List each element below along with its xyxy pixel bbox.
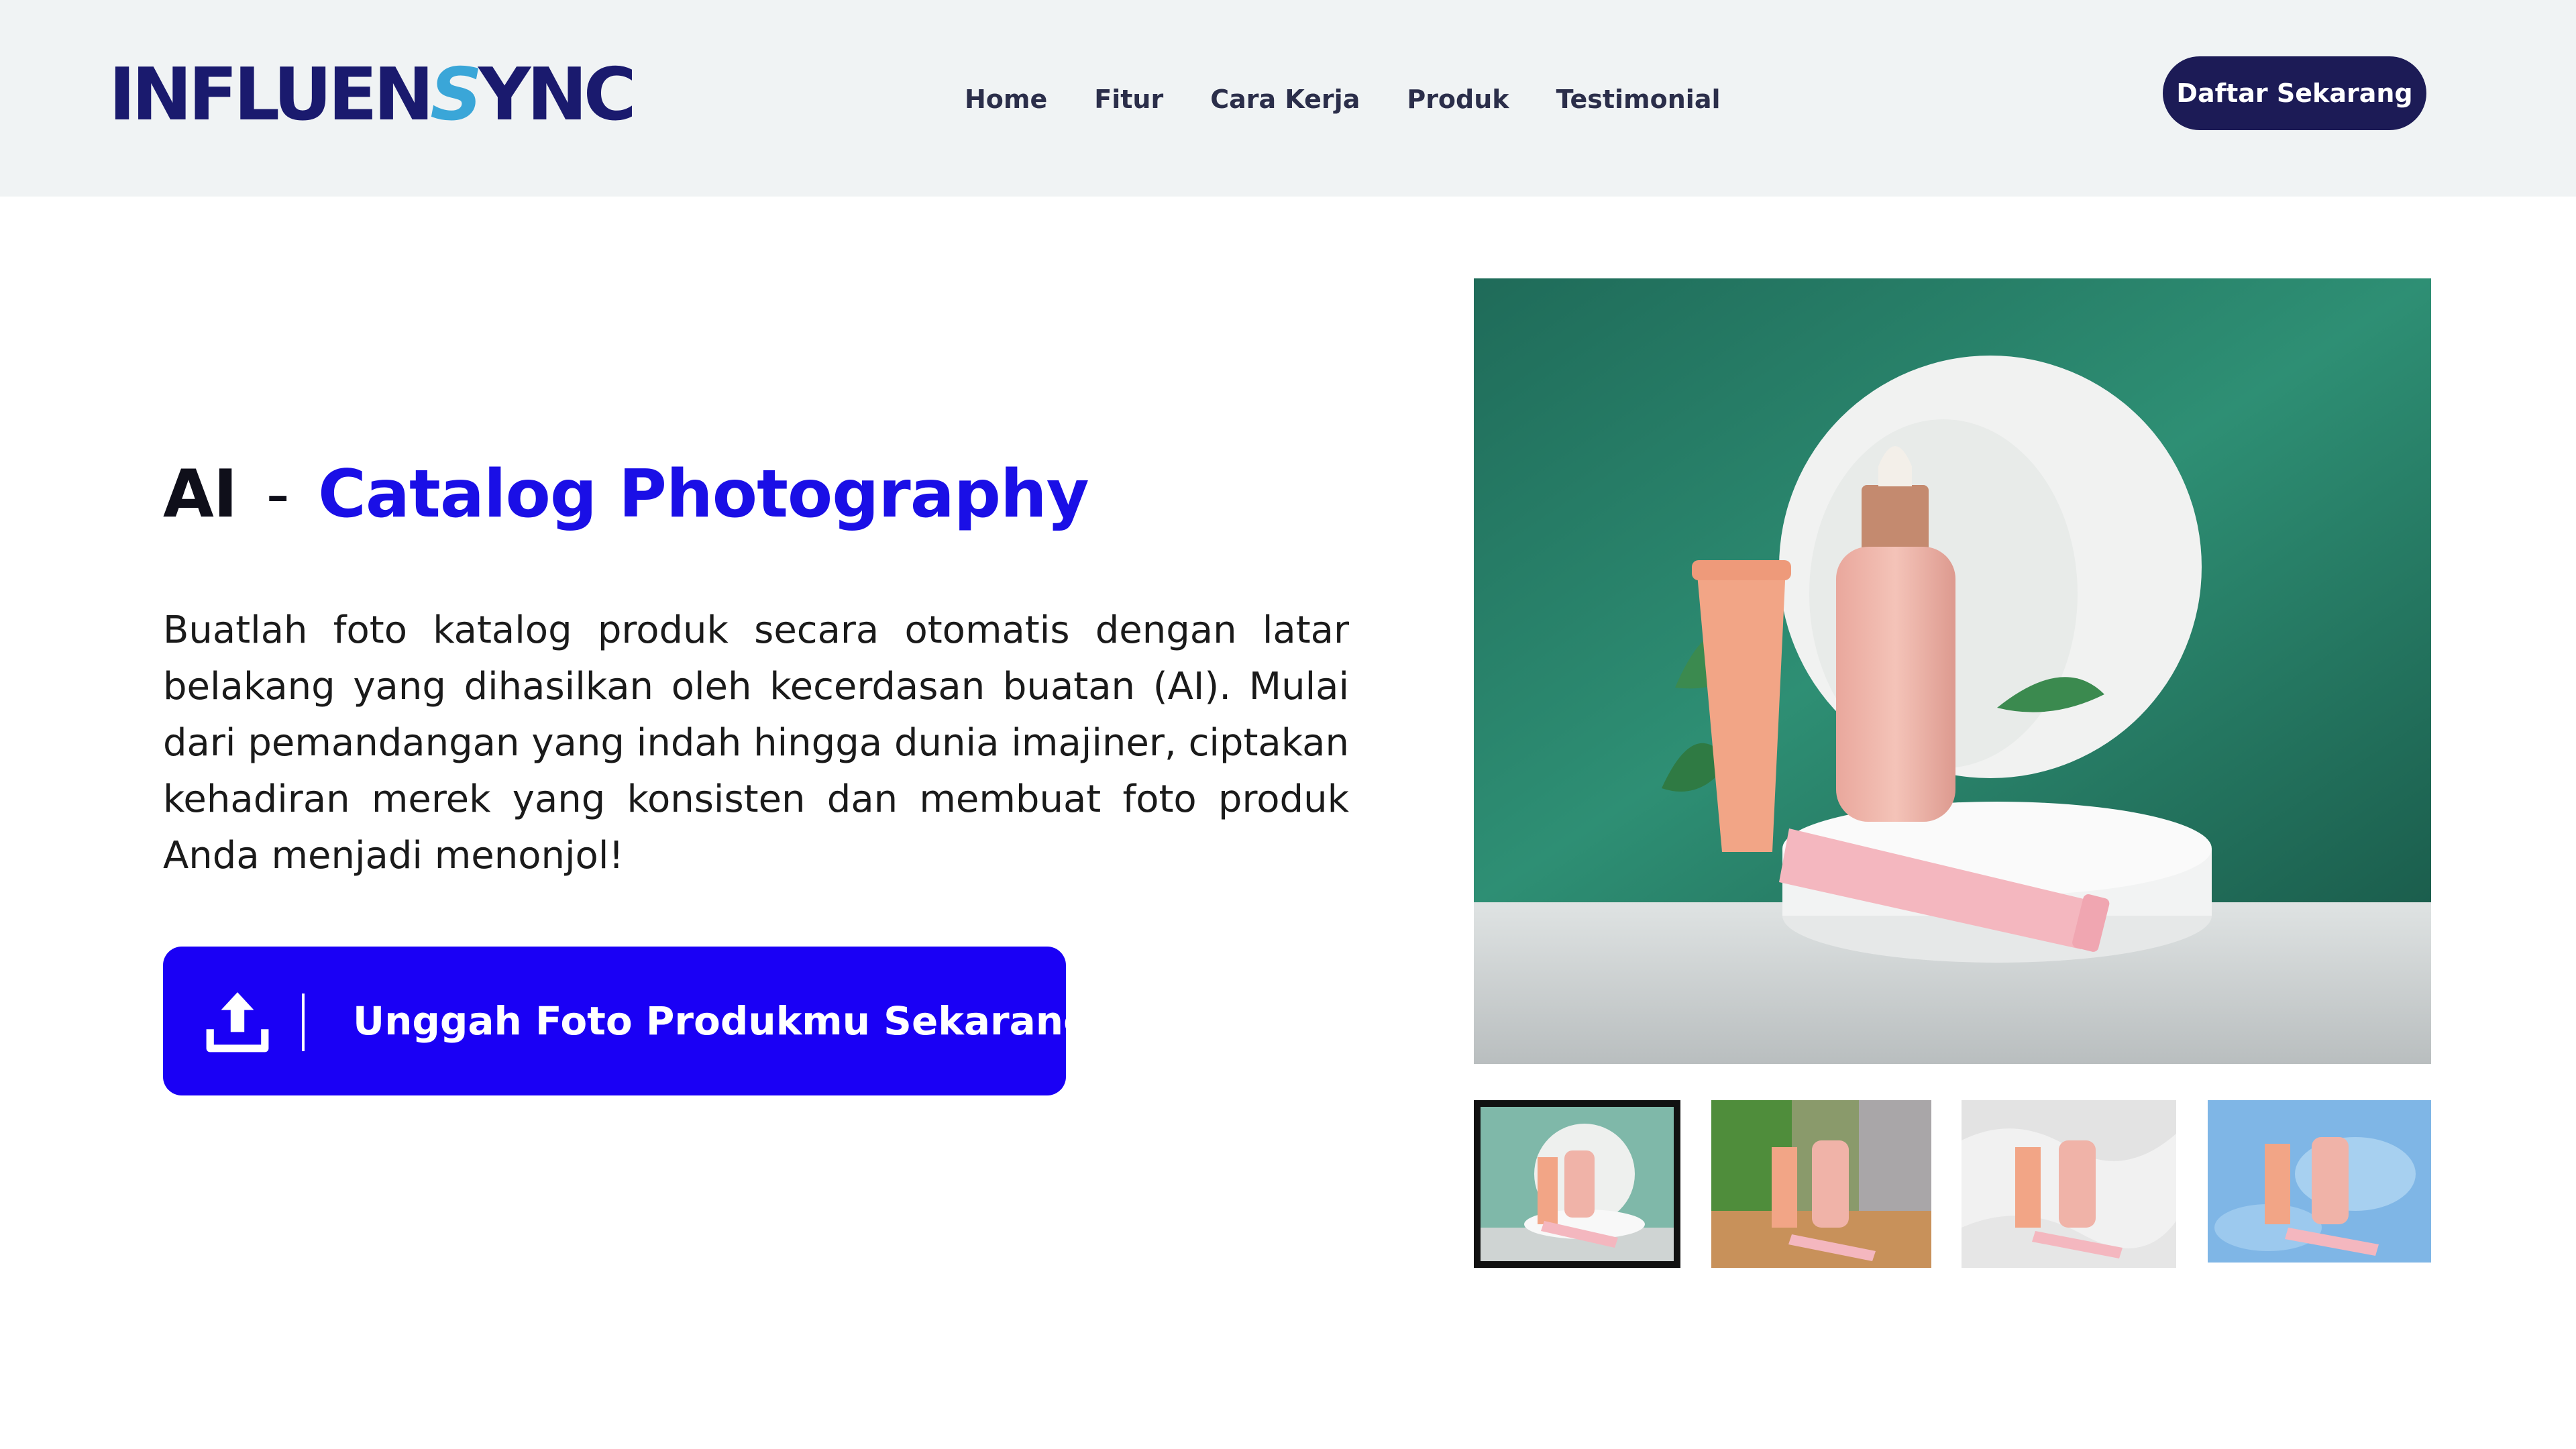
nav-testimonial[interactable]: Testimonial bbox=[1556, 85, 1721, 114]
hero-title-highlight: Catalog Photography bbox=[317, 456, 1089, 533]
thumb-wooden-table bbox=[1711, 1100, 1931, 1268]
logo-text-part3: YNC bbox=[478, 53, 637, 137]
upload-button-label: Unggah Foto Produkmu Sekarang! bbox=[353, 998, 1110, 1044]
thumb-blue-gel bbox=[2208, 1100, 2431, 1263]
thumb-white-cream bbox=[1962, 1100, 2176, 1268]
upload-product-photo-button[interactable]: Unggah Foto Produkmu Sekarang! bbox=[163, 947, 1109, 1095]
thumbnail-2[interactable] bbox=[1711, 1100, 1931, 1268]
daftar-sekarang-button[interactable]: Daftar Sekarang bbox=[2163, 56, 2426, 130]
nav-fitur[interactable]: Fitur bbox=[1094, 85, 1163, 114]
nav-home[interactable]: Home bbox=[965, 85, 1047, 114]
top-navbar: INFLUEN S YNC Home Fitur Cara Kerja Prod… bbox=[0, 0, 2576, 197]
logo[interactable]: INFLUEN S YNC bbox=[109, 53, 637, 137]
thumb-green-backdrop bbox=[1474, 1100, 1680, 1268]
upload-divider bbox=[302, 994, 305, 1051]
main-product-image bbox=[1474, 278, 2431, 1064]
hero-title-separator: - bbox=[266, 456, 289, 533]
hero-description: Buatlah foto katalog produk secara otoma… bbox=[163, 608, 1349, 877]
thumbnail-3[interactable] bbox=[1962, 1100, 2176, 1268]
nav-produk[interactable]: Produk bbox=[1407, 85, 1509, 114]
thumbnail-1[interactable] bbox=[1474, 1100, 1680, 1268]
thumbnail-4[interactable] bbox=[2208, 1100, 2431, 1268]
logo-text-part2: S bbox=[430, 53, 482, 137]
logo-text-part1: INFLUEN bbox=[109, 53, 434, 137]
main-product-illustration bbox=[1474, 278, 2431, 1064]
hero-title-prefix: AI bbox=[163, 456, 237, 533]
nav-cara-kerja[interactable]: Cara Kerja bbox=[1210, 85, 1360, 114]
upload-icon bbox=[206, 992, 269, 1053]
hero-title: AI - Catalog Photography bbox=[163, 456, 1089, 533]
main-nav: Home Fitur Cara Kerja Produk Testimonial bbox=[965, 80, 1767, 118]
